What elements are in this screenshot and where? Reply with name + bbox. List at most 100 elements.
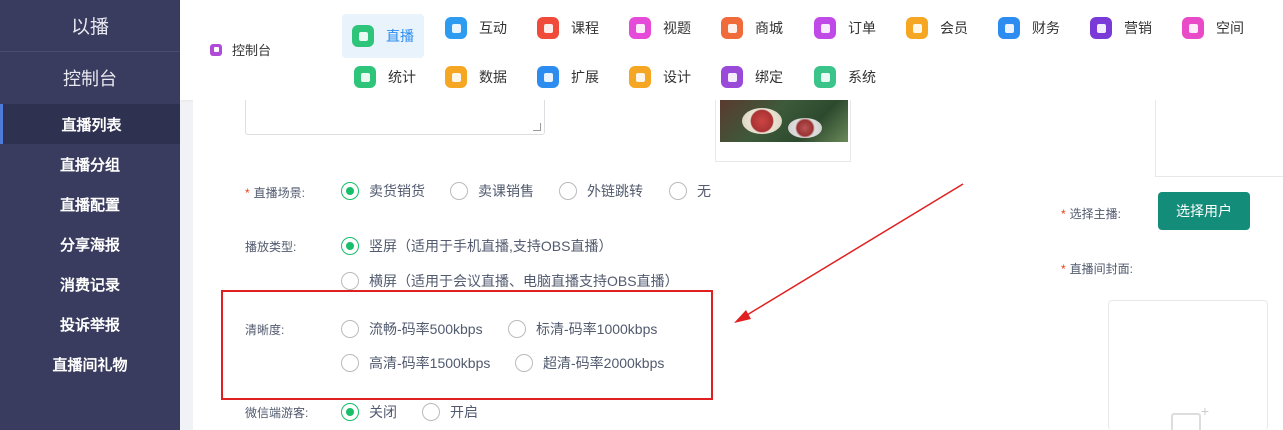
scene-option-external-link[interactable]: 外链跳转 [559, 181, 643, 201]
radio-circle [341, 403, 359, 421]
nav-item-video[interactable]: 视题 [619, 6, 701, 50]
select-user-button[interactable]: 选择用户 [1158, 192, 1250, 230]
wechat-guest-option-off[interactable]: 关闭 [341, 402, 397, 422]
product-image-card[interactable] [715, 100, 851, 162]
nav-label: 设计 [663, 69, 691, 85]
nav-label: 互动 [479, 20, 507, 36]
radio-label: 外链跳转 [587, 183, 643, 199]
finance-icon [998, 17, 1020, 39]
radio-circle [341, 182, 359, 200]
nav-item-bind[interactable]: 绑定 [711, 55, 793, 99]
radio-circle [341, 354, 359, 372]
top-nav: 控制台 直播 互动 课程 视题 商城 订单 会员 财务 营销 空间 统计 数据 … [180, 0, 1283, 100]
sidebar-item-share-poster[interactable]: 分享海报 [0, 224, 180, 264]
definition-option-smooth[interactable]: 流畅-码率500kbps [341, 319, 483, 339]
brand-logo[interactable]: 以播 [0, 0, 180, 52]
nav-item-stats[interactable]: 统计 [344, 55, 426, 99]
description-textarea[interactable] [245, 100, 545, 135]
extend-icon [537, 66, 559, 88]
nav-item-space[interactable]: 空间 [1172, 6, 1254, 50]
nav-item-system[interactable]: 系统 [804, 55, 886, 99]
nav-item-member[interactable]: 会员 [896, 6, 978, 50]
nav-item-finance[interactable]: 财务 [988, 6, 1070, 50]
radio-circle [341, 237, 359, 255]
sidebar-item-live-config[interactable]: 直播配置 [0, 184, 180, 224]
definition-option-standard[interactable]: 标清-码率1000kbps [508, 319, 657, 339]
definition-option-ultra[interactable]: 超清-码率2000kbps [515, 353, 664, 373]
radio-circle [559, 182, 577, 200]
radio-circle [508, 320, 526, 338]
system-icon [814, 66, 836, 88]
radio-label: 流畅-码率500kbps [369, 321, 483, 337]
nav-item-live[interactable]: 直播 [342, 14, 424, 58]
nav-label: 直播 [386, 28, 414, 44]
wechat-guest-option-on[interactable]: 开启 [422, 402, 478, 422]
play-type-option-landscape[interactable]: 横屏（适用于会议直播、电脑直播支持OBS直播） [341, 271, 679, 291]
marketing-icon [1090, 17, 1112, 39]
right-field-box[interactable] [1155, 100, 1283, 177]
nav-item-data[interactable]: 数据 [435, 55, 517, 99]
radio-label: 超清-码率2000kbps [543, 355, 665, 371]
nav-label: 财务 [1032, 20, 1060, 36]
sidebar-item-live-list[interactable]: 直播列表 [0, 104, 180, 144]
nav-item-order[interactable]: 订单 [804, 6, 886, 50]
nav-label: 空间 [1216, 20, 1244, 36]
nav-label: 绑定 [755, 69, 783, 85]
radio-circle [450, 182, 468, 200]
definition-option-high[interactable]: 高清-码率1500kbps [341, 353, 490, 373]
sidebar-item-live-group[interactable]: 直播分组 [0, 144, 180, 184]
anchor-label: * 选择主播: [1061, 205, 1121, 222]
radio-label: 无 [697, 183, 711, 199]
data-icon [445, 66, 467, 88]
nav-item-marketing[interactable]: 营销 [1080, 6, 1162, 50]
play-type-option-portrait[interactable]: 竖屏（适用于手机直播,支持OBS直播） [341, 236, 612, 256]
radio-label: 卖课销售 [478, 183, 534, 199]
nav-console[interactable]: 控制台 [210, 40, 271, 59]
stats-icon [354, 66, 376, 88]
nav-label: 会员 [940, 20, 968, 36]
sidebar-menu: 直播列表 直播分组 直播配置 分享海报 消费记录 投诉举报 直播间礼物 [0, 104, 180, 384]
bowl-shape [742, 108, 782, 134]
console-icon [210, 43, 222, 56]
nav-item-shop[interactable]: 商城 [711, 6, 793, 50]
radio-label: 关闭 [369, 404, 397, 420]
sidebar: 以播 控制台 直播列表 直播分组 直播配置 分享海报 消费记录 投诉举报 直播间… [0, 0, 180, 430]
bind-icon [721, 66, 743, 88]
nav-label: 扩展 [571, 69, 599, 85]
anchor-label-text: 选择主播: [1069, 207, 1122, 221]
nav-label: 视题 [663, 20, 691, 36]
nav-label: 统计 [388, 69, 416, 85]
nav-item-design[interactable]: 设计 [619, 55, 701, 99]
scene-option-none[interactable]: 无 [669, 181, 711, 201]
radio-label: 标清-码率1000kbps [536, 321, 658, 337]
required-mark: * [245, 186, 250, 200]
upload-image-icon [1171, 403, 1209, 430]
radio-label: 开启 [450, 404, 478, 420]
member-icon [906, 17, 928, 39]
sidebar-console[interactable]: 控制台 [0, 52, 180, 104]
nav-item-course[interactable]: 课程 [527, 6, 609, 50]
nav-label: 系统 [848, 69, 876, 85]
nav-item-interact[interactable]: 互动 [435, 6, 517, 50]
wechat-guest-label: 微信端游客: [245, 406, 309, 420]
radio-label: 卖货销货 [369, 183, 425, 199]
scene-option-sell-goods[interactable]: 卖货销货 [341, 181, 425, 201]
shop-icon [721, 17, 743, 39]
order-icon [814, 17, 836, 39]
sidebar-item-gifts[interactable]: 直播间礼物 [0, 344, 180, 384]
sidebar-item-consumption[interactable]: 消费记录 [0, 264, 180, 304]
highlight-box [221, 290, 713, 400]
nav-console-label: 控制台 [232, 43, 272, 58]
bowl-shape [788, 118, 822, 138]
product-image [720, 100, 848, 142]
chat-icon [445, 17, 467, 39]
required-mark: * [1061, 207, 1066, 221]
radio-circle [422, 403, 440, 421]
sidebar-item-complaints[interactable]: 投诉举报 [0, 304, 180, 344]
definition-label: 清晰度: [245, 323, 285, 337]
nav-item-extend[interactable]: 扩展 [527, 55, 609, 99]
cover-upload-box[interactable] [1108, 300, 1268, 430]
scene-label: * 直播场景: [245, 184, 305, 201]
scene-option-sell-course[interactable]: 卖课销售 [450, 181, 534, 201]
app-root: 以播 控制台 直播列表 直播分组 直播配置 分享海报 消费记录 投诉举报 直播间… [0, 0, 1283, 430]
